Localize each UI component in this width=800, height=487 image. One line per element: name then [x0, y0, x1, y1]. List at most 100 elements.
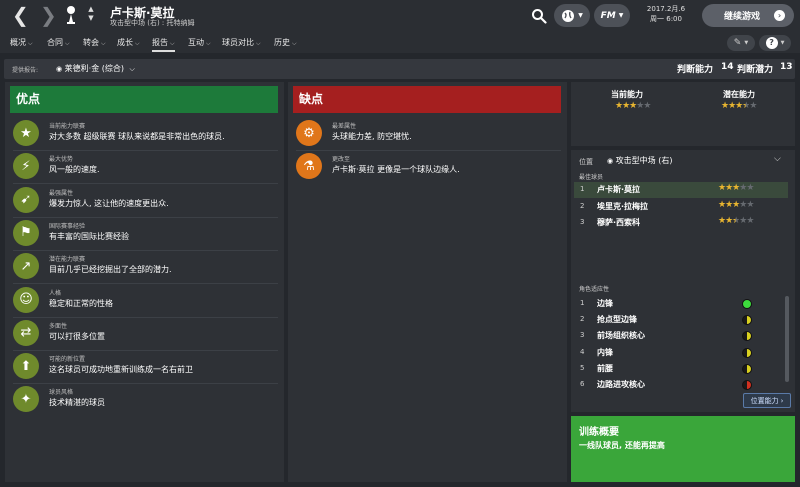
- item-label: 最强属性: [49, 189, 74, 197]
- chevron-down-icon: ▼: [744, 40, 749, 46]
- role-scrollbar[interactable]: [785, 296, 789, 382]
- position-ability-label: 位置能力: [750, 396, 779, 405]
- role-row[interactable]: 1 边锋: [574, 296, 764, 312]
- report-item: ✦ 球员风格 技术精湛的球员: [13, 384, 273, 416]
- continue-arrow-icon: ›: [774, 10, 785, 21]
- club-crest-icon: [67, 6, 75, 24]
- role-row[interactable]: 6 边路进攻核心: [574, 377, 764, 393]
- help-icon: ?: [765, 37, 778, 49]
- item-text: 卢卡斯·莫拉 更像是一个球队边缘人.: [332, 165, 460, 175]
- menu-history[interactable]: 历史 ⌵: [274, 37, 297, 48]
- best-player-row[interactable]: 3 穆萨·西索科 ★★★★★: [574, 215, 788, 231]
- continue-game-button[interactable]: 继续游戏 ›: [702, 4, 794, 27]
- menu-interaction[interactable]: 互动 ⌵: [188, 37, 211, 48]
- role-row[interactable]: 5 前腰: [574, 361, 764, 377]
- item-text: 技术精湛的球员: [49, 398, 105, 408]
- judge-ability-label: 判断能力: [677, 65, 714, 75]
- best-players-label: 最佳球员: [579, 174, 604, 181]
- best-player-row[interactable]: 2 埃里克·拉梅拉 ★★★★★: [574, 199, 788, 215]
- star-empty-icon: ★: [746, 216, 754, 226]
- item-text: 风一般的速度.: [49, 165, 100, 175]
- player-subtitle: 攻击型中场 (右) : 托特纳姆: [110, 19, 195, 27]
- position-ability-button[interactable]: 位置能力 ›: [743, 393, 791, 408]
- item-label: 球员风格: [49, 389, 74, 397]
- menu-player-compare[interactable]: 球员对比 ⌵: [222, 37, 261, 48]
- top-header: ❮ ❯ ▲ ▼ 卢卡斯·莫拉 攻击型中场 (右) : 托特纳姆 ▼ FM ▼ 20…: [0, 0, 800, 33]
- position-icon: ⬆: [13, 353, 39, 380]
- help-menu-button[interactable]: ? ▼: [759, 35, 791, 51]
- scout-selector[interactable]: ◉ 莱德利·金 (综合) ⌵: [56, 63, 135, 74]
- report-item: ⚡ 最大优势 风一般的速度.: [13, 151, 273, 183]
- role-suitability-icon: [742, 299, 752, 309]
- head-icon: ☺: [13, 286, 39, 313]
- role-row[interactable]: 3 前场组织核心: [574, 328, 764, 344]
- chevron-down-icon: ▼: [780, 40, 785, 46]
- menu-report[interactable]: 报告 ⌵: [152, 37, 175, 52]
- role-name: 前场组织核心: [597, 331, 645, 341]
- sub-navigation: 概况 ⌵ 合同 ⌵ 转会 ⌵ 成长 ⌵ 报告 ⌵ 互动 ⌵ 球员对比 ⌵ 历史 ⌵ ✎ ▼ ? …: [0, 33, 800, 53]
- report-item: ↗ 潜在能力联赛 目前几乎已经挖掘出了全部的潜力.: [13, 251, 273, 283]
- item-label: 多面性: [49, 322, 68, 330]
- player-stars: ★★★★★: [718, 216, 754, 226]
- role-name: 内锋: [597, 347, 613, 357]
- role-name: 边路进攻核心: [597, 380, 645, 389]
- cog-icon: ⚙: [296, 120, 322, 146]
- item-text: 头球能力差, 防空堪忧.: [332, 132, 412, 141]
- player-name: 穆萨·西索科: [597, 218, 641, 227]
- chevron-down-icon: ▼: [618, 12, 624, 19]
- position-selector[interactable]: ◉ 攻击型中场 (右): [607, 155, 672, 166]
- weaknesses-title: 缺点: [293, 86, 561, 113]
- menu-transfer[interactable]: 转会 ⌵: [83, 37, 106, 48]
- item-label: 国际赛事经验: [49, 222, 86, 230]
- role-rank: 2: [580, 315, 585, 324]
- menu-overview[interactable]: 概况 ⌵: [10, 37, 33, 48]
- report-item: ★ 当前能力联赛 对大多数 超级联赛 球队来说都是非常出色的球员.: [13, 118, 273, 150]
- star-empty-icon: ★: [643, 101, 651, 111]
- edit-menu-button[interactable]: ✎ ▼: [727, 35, 755, 51]
- report-item: ⚗ 更改至 卢卡斯·莫拉 更像是一个球队边缘人.: [296, 151, 556, 183]
- role-row[interactable]: 4 内锋: [574, 345, 764, 361]
- position-value: 攻击型中场 (右): [615, 156, 673, 165]
- potential-ability-label: 潜在能力: [723, 90, 755, 99]
- role-suitability-label: 角色适应性: [579, 286, 610, 293]
- player-rank: 2: [580, 201, 585, 210]
- forward-arrow-icon[interactable]: ❯: [40, 5, 57, 25]
- role-rank: 3: [580, 331, 585, 340]
- potential-ability-stars: ★★★★★: [721, 101, 757, 111]
- report-item: ⬆ 可能的新位置 这名球员可成功地重新训练成一名右前卫: [13, 351, 273, 383]
- eye-icon: ◉: [56, 65, 63, 73]
- fm-menu-button[interactable]: FM ▼: [594, 4, 630, 27]
- provided-report-label: 提供报告:: [12, 67, 39, 74]
- search-icon[interactable]: [531, 8, 547, 24]
- position-label: 位置: [579, 158, 593, 166]
- lightning-icon: ⚡: [13, 153, 39, 180]
- menu-contract[interactable]: 合同 ⌵: [47, 37, 70, 48]
- item-text: 目前几乎已经挖掘出了全部的潜力.: [49, 265, 172, 275]
- strengths-title: 优点: [10, 86, 278, 113]
- item-label: 潜在能力联赛: [49, 256, 86, 264]
- player-name: 埃里克·拉梅拉: [597, 201, 649, 211]
- role-suitability-icon: [742, 315, 752, 326]
- player-rank: 3: [580, 218, 585, 226]
- report-bar: 提供报告: ◉ 莱德利·金 (综合) ⌵ 判断能力 14 判断潜力 13: [4, 59, 795, 79]
- globe-menu-button[interactable]: ▼: [554, 4, 590, 27]
- role-rank: 4: [580, 347, 585, 356]
- trend-up-icon: ↗: [13, 253, 39, 280]
- star-empty-icon: ★: [746, 199, 754, 210]
- item-text: 爆发力惊人, 这让他的速度更出众.: [49, 198, 169, 208]
- back-arrow-icon[interactable]: ❮: [12, 5, 29, 25]
- item-text: 对大多数 超级联赛 球队来说都是非常出色的球员.: [49, 132, 225, 141]
- current-ability-label: 当前能力: [611, 90, 643, 99]
- menu-development[interactable]: 成长 ⌵: [117, 37, 140, 48]
- report-item: ➹ 最强属性 爆发力惊人, 这让他的速度更出众.: [13, 185, 273, 217]
- best-player-row[interactable]: 1 卢卡斯·莫拉 ★★★★★: [574, 182, 788, 198]
- role-row[interactable]: 2 抢点型边锋: [574, 312, 764, 328]
- report-item: ⇄ 多面性 可以打很多位置: [13, 318, 273, 350]
- player-rank: 1: [580, 185, 585, 193]
- chevron-down-icon[interactable]: ⌵: [774, 154, 781, 164]
- role-name: 前腰: [597, 363, 613, 373]
- current-ability-stars: ★★★★★: [615, 101, 651, 111]
- role-name: 边锋: [597, 299, 613, 308]
- item-label: 当前能力联赛: [49, 123, 86, 130]
- player-switch-icon[interactable]: ▲ ▼: [86, 5, 96, 23]
